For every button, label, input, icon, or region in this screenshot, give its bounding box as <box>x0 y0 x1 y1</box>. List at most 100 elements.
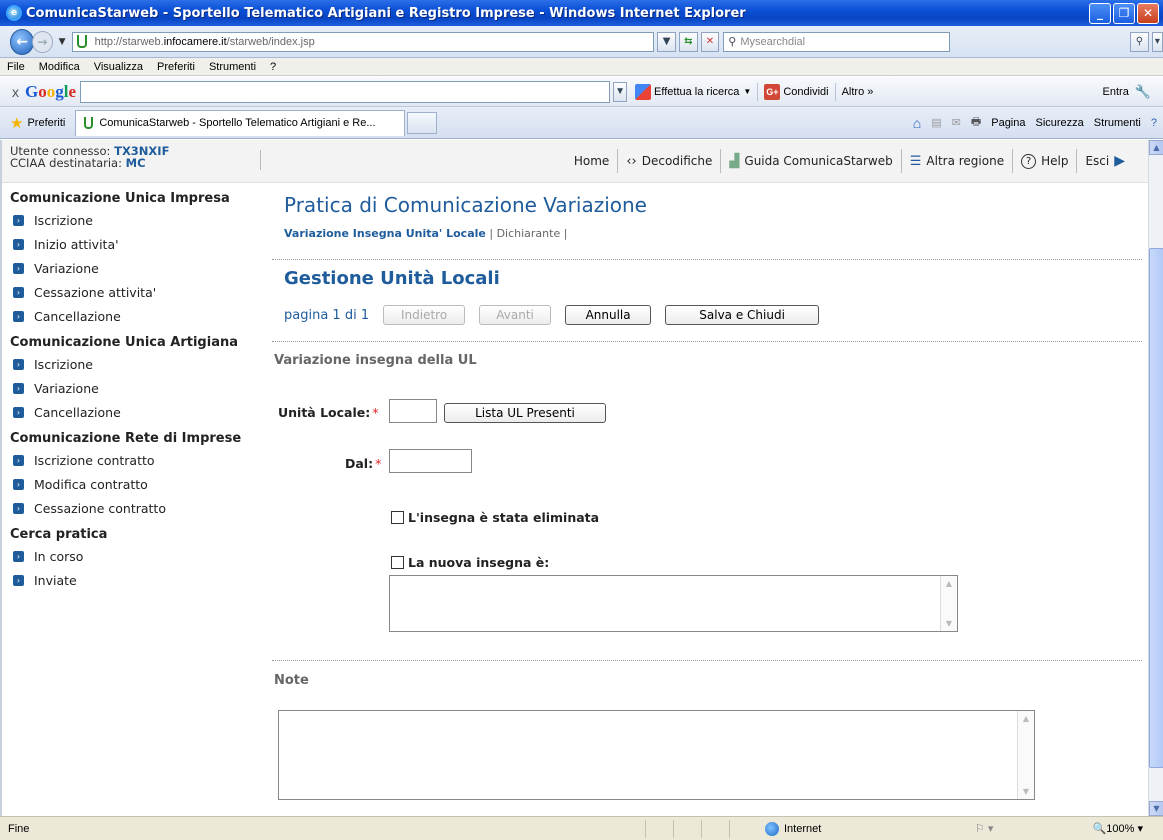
search-small-icon: ⚲ <box>728 36 737 48</box>
sidebar-item-artigiana-iscrizione[interactable]: › Iscrizione <box>2 352 264 376</box>
sidebar-item-label: Iscrizione <box>34 212 93 228</box>
scroll-up-icon[interactable]: ▲ <box>1149 140 1163 155</box>
next-page-button[interactable]: Avanti <box>479 305 552 325</box>
nav-guida[interactable]: ▟ Guida ComunicaStarweb <box>721 154 900 169</box>
sidebar-item-in-corso[interactable]: › In corso <box>2 544 264 568</box>
search-placeholder: Mysearchdial <box>740 35 806 48</box>
required-marker: * <box>372 405 379 420</box>
refresh-button[interactable]: ⇆ <box>678 31 698 52</box>
tab-active[interactable]: ComunicaStarweb - Sportello Telematico A… <box>75 109 406 136</box>
feeds-icon[interactable]: ▤ <box>931 116 941 129</box>
sidebar-item-label: In corso <box>34 548 84 564</box>
eliminata-label: L'insegna è stata eliminata <box>408 510 600 525</box>
search-options-button[interactable]: ▾ <box>1151 31 1163 52</box>
cancel-button[interactable]: Annulla <box>565 305 652 325</box>
unita-locale-input[interactable] <box>389 399 437 423</box>
breadcrumb-dichiarante[interactable]: Dichiarante <box>497 227 561 240</box>
new-tab-button[interactable] <box>407 111 438 134</box>
security-zone[interactable]: Internet <box>765 821 955 836</box>
google-search-dropdown[interactable]: ▼ <box>613 81 628 102</box>
nav-esci[interactable]: Esci ▶ <box>1077 153 1138 169</box>
nav-regione[interactable]: ☰ Altra regione <box>902 154 1012 169</box>
scroll-down-icon[interactable]: ▼ <box>941 616 957 631</box>
minimize-button[interactable]: _ <box>1089 2 1111 24</box>
wrench-icon[interactable]: 🔧 <box>1135 84 1151 100</box>
help-icon[interactable]: ? <box>1151 117 1157 129</box>
close-toolbar-icon[interactable]: x <box>12 84 19 100</box>
textarea-scrollbar[interactable]: ▲ ▼ <box>1017 711 1034 799</box>
tab-label: ComunicaStarweb - Sportello Telematico A… <box>99 117 376 129</box>
save-close-button[interactable]: Salva e Chiudi <box>665 305 820 325</box>
sidebar-item-artigiana-variazione[interactable]: › Variazione <box>2 376 264 400</box>
sidebar-item-impresa-variazione[interactable]: › Variazione <box>2 256 264 280</box>
sidebar-item-impresa-cancellazione[interactable]: › Cancellazione <box>2 304 264 328</box>
stop-button[interactable]: ✕ <box>700 31 720 52</box>
sidebar-item-impresa-iscrizione[interactable]: › Iscrizione <box>2 208 264 232</box>
menu-strumenti[interactable]: Strumenti <box>209 61 256 73</box>
sidebar-item-rete-iscrizione[interactable]: › Iscrizione contratto <box>2 448 264 472</box>
address-dropdown-button[interactable]: ▼ <box>657 31 676 52</box>
nav-decodifiche[interactable]: ‹› Decodifiche <box>618 154 720 169</box>
favorites-button[interactable]: Preferiti <box>27 117 65 129</box>
breadcrumb-active[interactable]: Variazione Insegna Unita' Locale <box>284 227 486 240</box>
scroll-down-icon[interactable]: ▼ <box>1018 784 1034 799</box>
scroll-down-icon[interactable]: ▼ <box>1149 801 1163 816</box>
sidebar-item-inviate[interactable]: › Inviate <box>2 568 264 592</box>
eliminata-checkbox[interactable] <box>391 511 404 524</box>
menu-preferiti[interactable]: Preferiti <box>157 61 195 73</box>
lista-ul-button[interactable]: Lista UL Presenti <box>444 403 606 423</box>
url-prefix: http://starweb. <box>94 35 164 48</box>
nav-help[interactable]: ? Help <box>1013 153 1076 169</box>
close-button[interactable]: ✕ <box>1137 2 1159 24</box>
sidebar-item-rete-cessazione[interactable]: › Cessazione contratto <box>2 496 264 520</box>
back-page-button[interactable]: Indietro <box>383 305 466 325</box>
menu-visualizza[interactable]: Visualizza <box>94 61 143 73</box>
status-text: Fine <box>8 822 30 835</box>
cmd-pagina[interactable]: Pagina <box>991 117 1025 129</box>
print-icon[interactable]: 🖶 <box>971 113 981 132</box>
menu-help[interactable]: ? <box>270 61 276 73</box>
search-input[interactable]: ⚲ Mysearchdial <box>723 31 951 52</box>
favorites-star-icon[interactable]: ★ <box>10 114 23 132</box>
sidebar-item-label: Iscrizione <box>34 356 93 372</box>
cmd-sicurezza[interactable]: Sicurezza <box>1036 117 1084 129</box>
sidebar-item-rete-modifica[interactable]: › Modifica contratto <box>2 472 264 496</box>
nav-guida-label: Guida ComunicaStarweb <box>744 154 893 168</box>
google-share-button[interactable]: G+ Condividi <box>764 83 829 100</box>
page-scrollbar[interactable]: ▲ ▼ <box>1148 140 1163 816</box>
zoom-control[interactable]: 🔍100% ▾ <box>1093 822 1143 835</box>
url-input[interactable]: http://starweb. infocamere.it/starweb/ind… <box>71 31 655 52</box>
note-textarea[interactable]: ▲ ▼ <box>278 710 1035 800</box>
sidebar-item-artigiana-cancellazione[interactable]: › Cancellazione <box>2 400 264 424</box>
google-search-button[interactable]: Effettua la ricerca ▼ <box>635 83 751 100</box>
google-search-input[interactable] <box>80 80 611 103</box>
google-signin-button[interactable]: Entra <box>1103 86 1129 98</box>
back-button[interactable]: ← <box>10 28 35 55</box>
scroll-up-icon[interactable]: ▲ <box>941 576 957 591</box>
unita-locale-label-text: Unità Locale: <box>278 405 371 420</box>
dal-input[interactable] <box>389 449 472 473</box>
sidebar-item-impresa-inizio[interactable]: › Inizio attivita' <box>2 232 264 256</box>
home-icon[interactable]: ⌂ <box>913 115 921 131</box>
textarea-scrollbar[interactable]: ▲ ▼ <box>940 576 957 631</box>
sidebar-item-impresa-cessazione[interactable]: › Cessazione attivita' <box>2 280 264 304</box>
search-go-button[interactable]: ⚲ <box>1130 31 1149 52</box>
mail-icon[interactable]: ✉ <box>952 116 961 129</box>
nuova-insegna-textarea[interactable]: ▲ ▼ <box>389 575 958 632</box>
maximize-button[interactable]: ❐ <box>1113 2 1135 24</box>
history-dropdown-icon[interactable]: ▼ <box>59 37 66 47</box>
menu-file[interactable]: File <box>7 61 25 73</box>
url-suffix: /starweb/index.jsp <box>226 35 315 48</box>
protected-mode-icon[interactable]: ⚐ ▾ <box>975 822 993 835</box>
guide-icon: ▟ <box>729 153 740 169</box>
forward-button[interactable]: → <box>32 30 53 53</box>
nav-home[interactable]: Home <box>566 154 617 168</box>
breadcrumb-sep: | <box>489 227 497 240</box>
menu-modifica[interactable]: Modifica <box>39 61 80 73</box>
scroll-up-icon[interactable]: ▲ <box>1018 711 1034 726</box>
scroll-thumb[interactable] <box>1149 248 1163 768</box>
cmd-strumenti[interactable]: Strumenti <box>1094 117 1141 129</box>
check-eliminata-row: L'insegna è stata eliminata <box>391 510 599 525</box>
nuova-insegna-checkbox[interactable] <box>391 556 404 569</box>
google-more-button[interactable]: Altro » <box>842 86 874 98</box>
